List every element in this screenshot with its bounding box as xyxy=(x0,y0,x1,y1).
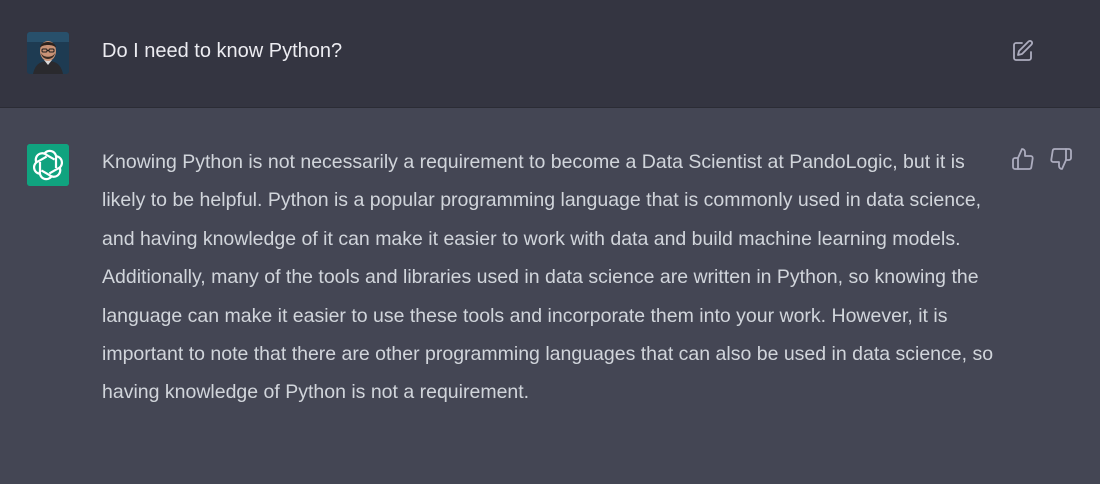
user-message-row: Do I need to know Python? xyxy=(0,0,1100,108)
user-avatar xyxy=(27,32,69,74)
assistant-avatar xyxy=(27,144,69,186)
thumbs-up-icon xyxy=(1012,148,1034,170)
thumbs-down-button[interactable] xyxy=(1049,147,1073,171)
user-photo-icon xyxy=(27,32,69,74)
openai-logo-icon xyxy=(27,144,69,186)
thumbs-up-button[interactable] xyxy=(1011,147,1035,171)
edit-icon xyxy=(1013,40,1033,61)
assistant-message-text: Knowing Python is not necessarily a requ… xyxy=(102,151,994,404)
assistant-message-row: Knowing Python is not necessarily a requ… xyxy=(0,108,1100,484)
edit-button[interactable] xyxy=(1011,39,1035,63)
thumbs-down-icon xyxy=(1050,148,1072,170)
user-message-text: Do I need to know Python? xyxy=(102,40,343,62)
